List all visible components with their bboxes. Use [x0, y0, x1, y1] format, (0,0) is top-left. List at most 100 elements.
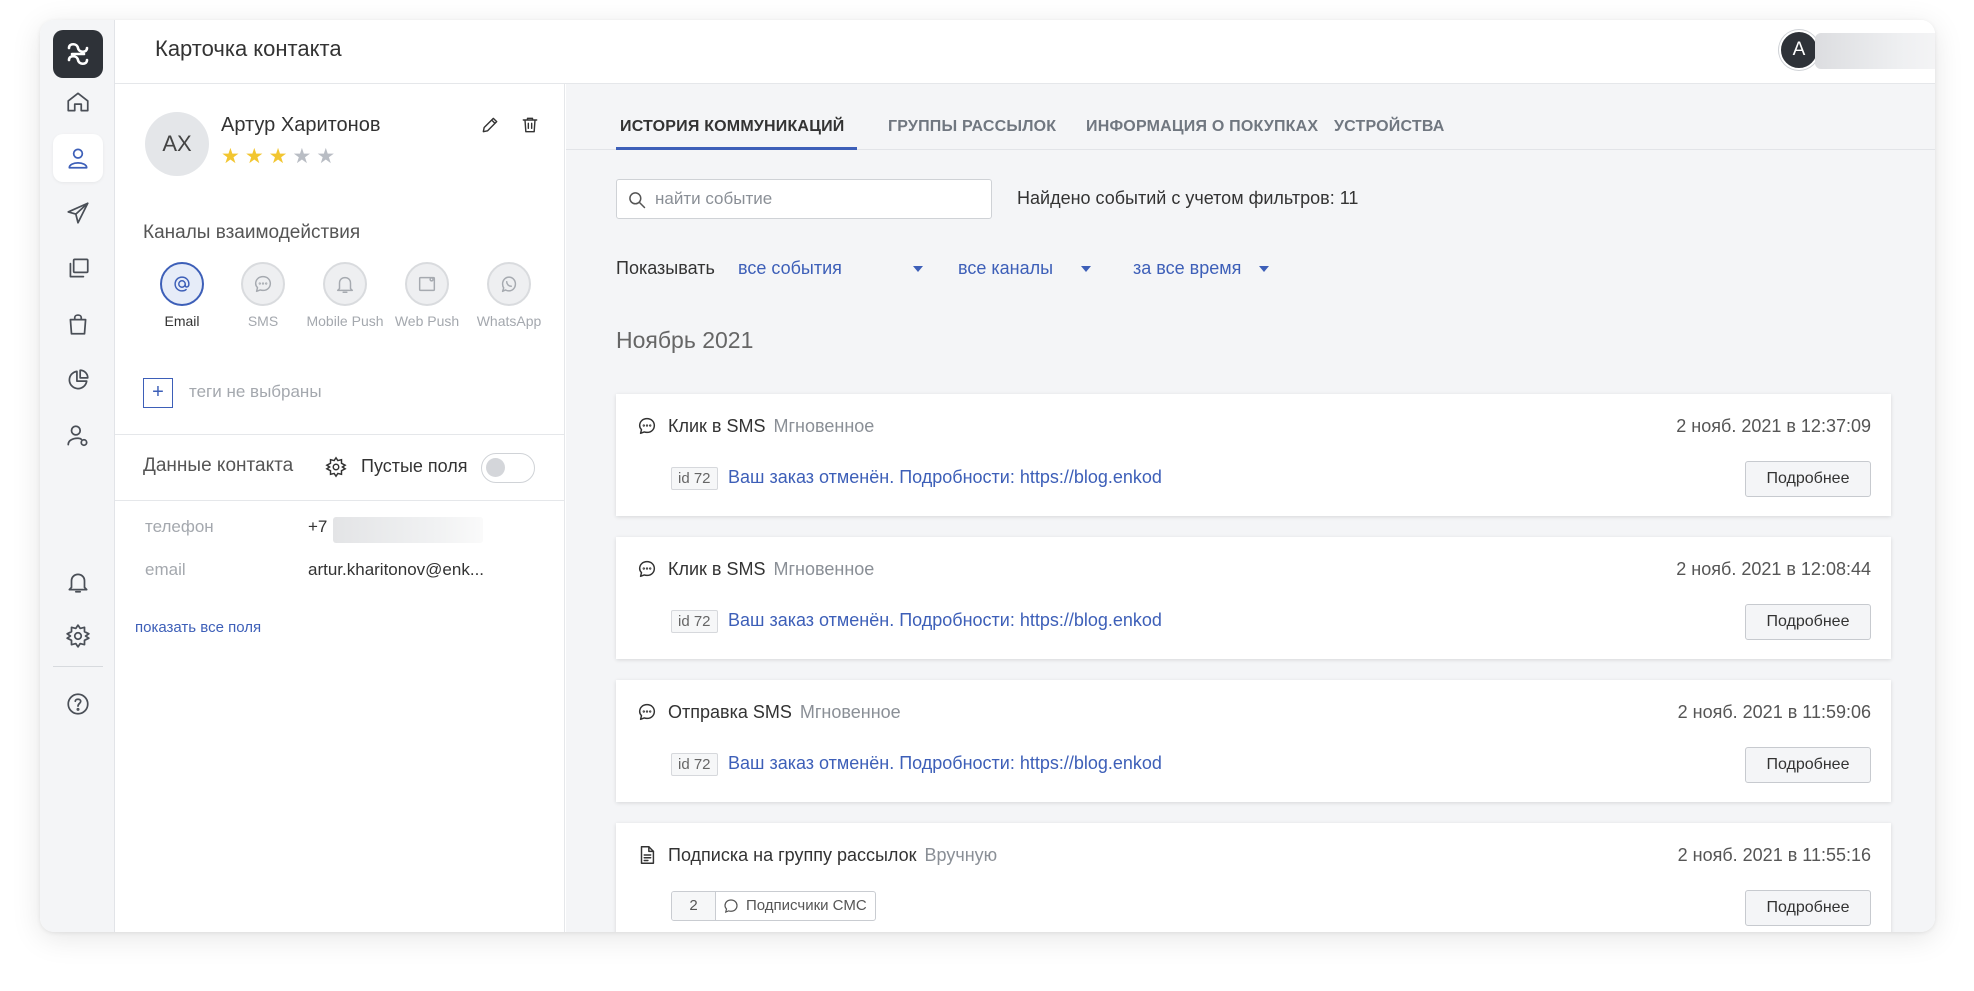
- chevron-down-icon[interactable]: [1259, 266, 1269, 272]
- filter-label: Показывать: [616, 258, 715, 278]
- filter-events-dropdown[interactable]: все события: [738, 258, 842, 279]
- tab-devices[interactable]: УСТРОЙСТВА: [1334, 118, 1445, 136]
- channel-label: Mobile Push: [306, 313, 384, 329]
- nav-shop[interactable]: [53, 300, 103, 348]
- message-link[interactable]: Ваш заказ отменён. Подробности: https://…: [728, 467, 1162, 488]
- chat-bubble-icon: [724, 899, 738, 913]
- contact-rating[interactable]: ★ ★ ★ ★ ★: [221, 146, 335, 168]
- whatsapp-icon: [501, 276, 517, 293]
- star-icon[interactable]: ★: [269, 146, 288, 168]
- nav-rail: [40, 20, 115, 932]
- user-name-redacted[interactable]: [1815, 33, 1935, 69]
- channel-label: WhatsApp: [476, 313, 542, 329]
- channel-mobile-push[interactable]: Mobile Push: [305, 262, 385, 329]
- delete-contact-button[interactable]: [517, 112, 543, 138]
- home-icon: [67, 92, 89, 112]
- user-avatar[interactable]: A: [1779, 30, 1819, 70]
- chevron-down-icon[interactable]: [1081, 266, 1091, 272]
- star-icon[interactable]: ★: [316, 146, 335, 168]
- chevron-down-icon[interactable]: [913, 266, 923, 272]
- active-tab-indicator: [616, 147, 857, 150]
- message-id-badge: id 72: [671, 467, 718, 490]
- pencil-icon: [482, 117, 498, 133]
- message-id-badge: id 72: [671, 753, 718, 776]
- chat-bubble-icon: [638, 560, 656, 578]
- event-mode: Мгновенное: [799, 702, 901, 722]
- chat-bubble-icon: [254, 275, 272, 293]
- bell-icon: [68, 573, 88, 593]
- event-card: Отправка SMS Мгновенное 2 нояб. 2021 в 11…: [616, 680, 1891, 802]
- event-search-input[interactable]: [655, 180, 975, 218]
- copy-icon: [69, 258, 89, 278]
- empty-fields-toggle[interactable]: [481, 453, 535, 483]
- event-title: Клик в SMS Мгновенное: [668, 416, 874, 437]
- event-date: 2 нояб. 2021 в 11:59:06: [1677, 702, 1871, 722]
- channel-whatsapp[interactable]: WhatsApp: [469, 262, 549, 329]
- divider: [115, 434, 565, 435]
- field-value-email: artur.kharitonov@enk...: [308, 560, 485, 579]
- tab-communication-history[interactable]: ИСТОРИЯ КОММУНИКАЦИЙ: [620, 118, 844, 136]
- event-title: Клик в SMS Мгновенное: [668, 559, 874, 580]
- fields-settings-button[interactable]: [325, 456, 347, 478]
- app-window: Карточка контакта A АХ Артур Харитонов ★…: [40, 20, 1935, 932]
- page-title: Карточка контакта: [155, 36, 342, 61]
- event-mode: Мгновенное: [773, 559, 875, 579]
- filter-period-dropdown[interactable]: за все время: [1133, 258, 1241, 279]
- event-search: [616, 179, 992, 219]
- show-all-fields-link[interactable]: показать все поля: [135, 619, 261, 636]
- star-icon[interactable]: ★: [245, 146, 264, 168]
- event-mode: Мгновенное: [773, 416, 875, 436]
- add-tag-button[interactable]: +: [143, 378, 173, 408]
- group-name-label: Подписчики СМС: [746, 897, 867, 914]
- tab-mailing-groups[interactable]: ГРУППЫ РАССЫЛОК: [888, 118, 1056, 136]
- message-link[interactable]: Ваш заказ отменён. Подробности: https://…: [728, 610, 1162, 631]
- at-icon: [174, 276, 190, 292]
- search-icon: [629, 192, 646, 209]
- filter-channels-dropdown[interactable]: все каналы: [958, 258, 1053, 279]
- channel-sms[interactable]: SMS: [223, 262, 303, 329]
- pie-chart-icon: [68, 369, 89, 390]
- channel-label: SMS: [247, 313, 279, 329]
- nav-settings[interactable]: [53, 612, 103, 660]
- nav-templates[interactable]: [53, 244, 103, 292]
- event-type: Отправка SMS: [668, 702, 792, 722]
- edit-contact-button[interactable]: [477, 112, 503, 138]
- message-link[interactable]: Ваш заказ отменён. Подробности: https://…: [728, 753, 1162, 774]
- field-label-phone: телефон: [145, 517, 214, 536]
- divider: [115, 500, 565, 501]
- star-icon[interactable]: ★: [221, 146, 240, 168]
- event-date: 2 нояб. 2021 в 11:55:16: [1677, 845, 1871, 865]
- chat-bubble-icon: [638, 703, 656, 721]
- chat-bubble-icon: [638, 417, 656, 435]
- field-label-email: email: [145, 560, 186, 579]
- nav-analytics[interactable]: [53, 356, 103, 404]
- group-name: Подписчики СМС: [716, 892, 875, 920]
- nav-notifications[interactable]: [53, 558, 103, 606]
- tags-empty-text: теги не выбраны: [189, 382, 322, 401]
- bell-icon: [336, 276, 354, 293]
- details-button[interactable]: Подробнее: [1745, 604, 1871, 640]
- event-type: Клик в SMS: [668, 559, 766, 579]
- gear-icon: [325, 456, 347, 478]
- found-count: Найдено событий с учетом фильтров: 11: [1017, 188, 1359, 208]
- channels-title: Каналы взаимодействия: [143, 222, 361, 243]
- mailing-group-chip[interactable]: 2 Подписчики СМС: [671, 891, 876, 921]
- nav-contacts[interactable]: [53, 134, 103, 182]
- tab-purchases[interactable]: ИНФОРМАЦИЯ О ПОКУПКАХ: [1086, 118, 1318, 136]
- nav-help[interactable]: [53, 680, 103, 728]
- message-id-badge: id 72: [671, 610, 718, 633]
- app-logo[interactable]: [53, 30, 103, 78]
- contact-panel: АХ Артур Харитонов ★ ★ ★ ★ ★ Каналы взаимоде…: [115, 84, 565, 932]
- details-button[interactable]: Подробнее: [1745, 747, 1871, 783]
- star-icon[interactable]: ★: [292, 146, 311, 168]
- details-button[interactable]: Подробнее: [1745, 890, 1871, 926]
- event-mode: Вручную: [924, 845, 998, 865]
- user-gear-icon: [67, 425, 88, 447]
- details-button[interactable]: Подробнее: [1745, 461, 1871, 497]
- channel-web-push[interactable]: Web Push: [387, 262, 467, 329]
- channel-email[interactable]: Email: [142, 262, 222, 329]
- nav-home[interactable]: [53, 78, 103, 126]
- nav-user-settings[interactable]: [53, 412, 103, 460]
- event-title: Подписка на группу рассылок Вручную: [668, 845, 997, 866]
- nav-campaigns[interactable]: [53, 189, 103, 237]
